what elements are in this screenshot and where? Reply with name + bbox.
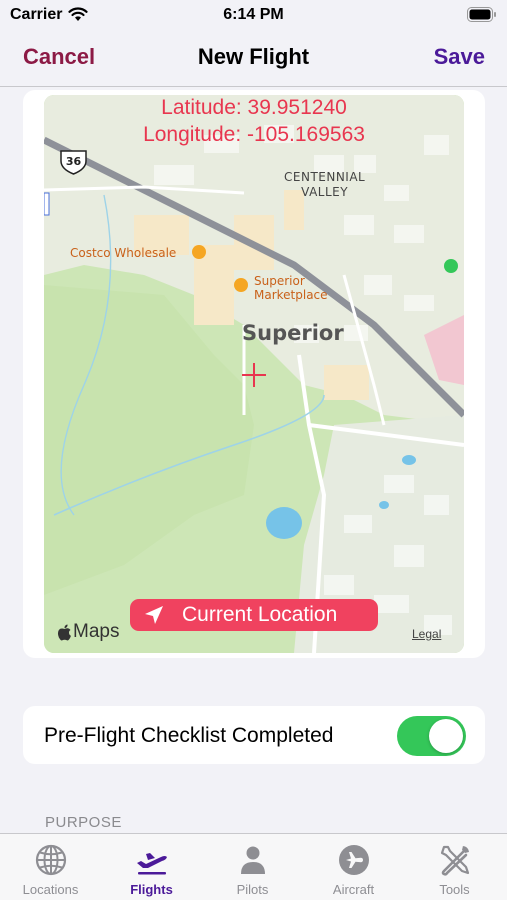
- longitude-readout: Longitude: -105.169563: [143, 123, 365, 146]
- map-card: 36 CENTENNIAL VALLEY Costco Wholesale Su…: [23, 90, 485, 658]
- preflight-checklist-toggle[interactable]: [397, 716, 466, 756]
- airplane-icon: [137, 853, 167, 875]
- latitude-readout: Latitude: 39.951240: [161, 96, 347, 119]
- navigation-bar: Cancel New Flight Save: [0, 32, 507, 86]
- save-button[interactable]: Save: [434, 44, 485, 70]
- tab-locations[interactable]: Locations: [0, 834, 101, 900]
- tab-bar: Locations Flights Pilots Aircraft Tools: [0, 833, 507, 900]
- page-title: New Flight: [197, 44, 310, 69]
- battery-icon: [467, 7, 496, 22]
- globe-icon: [35, 844, 67, 876]
- purpose-section-header: PURPOSE: [45, 814, 122, 831]
- tab-label-locations: Locations: [22, 882, 79, 897]
- tab-tools[interactable]: Tools: [404, 834, 505, 900]
- map-label-centennial-valley: CENTENNIAL VALLEY: [284, 170, 366, 199]
- preflight-checklist-label: Pre-Flight Checklist Completed: [44, 724, 334, 747]
- maps-brand-label: Maps: [73, 621, 120, 642]
- map-view[interactable]: 36 CENTENNIAL VALLEY Costco Wholesale Su…: [44, 95, 464, 653]
- current-location-button[interactable]: Current Location: [130, 599, 378, 631]
- toggle-knob: [429, 719, 463, 753]
- crosshair-icon: [242, 363, 266, 387]
- legal-link[interactable]: Legal: [412, 627, 441, 641]
- apple-logo-icon: [57, 624, 71, 640]
- aircraft-circle-icon: [339, 845, 369, 875]
- status-time: 6:14 PM: [223, 6, 284, 23]
- current-location-label: Current Location: [182, 603, 338, 626]
- tab-label-tools: Tools: [439, 882, 470, 897]
- svg-text:36: 36: [66, 155, 82, 168]
- preflight-checklist-row: Pre-Flight Checklist Completed: [23, 706, 485, 764]
- nav-divider: [0, 86, 507, 87]
- tools-icon: [440, 845, 470, 876]
- person-icon: [241, 846, 265, 874]
- tab-flights[interactable]: Flights: [101, 834, 202, 900]
- tab-label-aircraft: Aircraft: [332, 882, 375, 897]
- tab-aircraft[interactable]: Aircraft: [303, 834, 404, 900]
- tab-label-pilots: Pilots: [236, 882, 269, 897]
- map-label-marketplace: Superior Marketplace: [254, 274, 328, 302]
- tab-pilots[interactable]: Pilots: [202, 834, 303, 900]
- maps-attribution: Maps: [57, 621, 119, 643]
- tab-label-flights: Flights: [130, 882, 173, 897]
- status-bar: Carrier 6:14 PM: [0, 0, 507, 32]
- location-arrow-icon: [145, 606, 163, 624]
- map-label-town: Superior: [242, 321, 344, 345]
- map-label-costco: Costco Wholesale: [70, 246, 177, 260]
